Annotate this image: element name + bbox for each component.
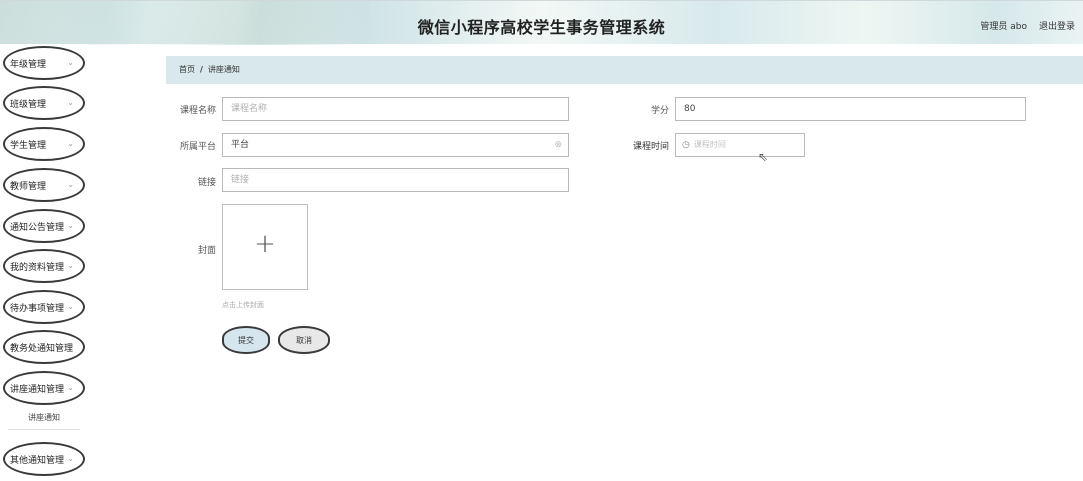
course-name-label: 课程名称	[179, 106, 216, 116]
sidebar-item-label: 其他通知管理	[10, 455, 65, 466]
clear-icon[interactable]: ⊗	[554, 134, 562, 156]
chevron-down-icon: ⌄	[67, 180, 74, 189]
sidebar-item-label: 教师管理	[10, 181, 47, 192]
sidebar-item-profile[interactable]: 我的资料管理 ⌄	[3, 249, 85, 283]
mouse-cursor-icon: ⇖	[758, 150, 769, 164]
chevron-down-icon: ⌄	[67, 261, 74, 270]
breadcrumb: 首页 / 讲座通知	[166, 56, 1083, 84]
breadcrumb-current: 讲座通知	[207, 65, 240, 74]
sidebar-item-label: 我的资料管理	[10, 262, 65, 273]
platform-label: 所属平台	[179, 142, 216, 152]
sidebar-item-label: 通知公告管理	[10, 222, 65, 233]
chevron-down-icon: ⌄	[67, 58, 74, 67]
submit-button[interactable]: 提交	[222, 326, 270, 354]
app-title: 微信小程序高校学生事务管理系统	[417, 18, 666, 37]
chevron-down-icon: ⌄	[67, 139, 74, 148]
clock-icon: ◷	[682, 140, 690, 150]
course-time-label: 课程时间	[632, 142, 669, 152]
chevron-down-icon: ⌄	[67, 98, 74, 107]
link-label: 链接	[197, 178, 216, 188]
sidebar-item-lecture-notice[interactable]: 讲座通知管理 ⌄	[3, 371, 85, 405]
app-header: 微信小程序高校学生事务管理系统 管理员 abo 退出登录	[0, 0, 1083, 45]
chevron-down-icon: ⌄	[67, 302, 74, 311]
credits-input[interactable]: 80	[675, 97, 1026, 121]
cover-upload[interactable]: +	[222, 204, 308, 290]
course-name-input[interactable]: 课程名称	[222, 97, 569, 121]
sidebar-item-grade[interactable]: 年级管理 ⌄	[3, 46, 85, 80]
sidebar-item-other-notice[interactable]: 其他通知管理 ⌄	[3, 442, 85, 476]
logout-link[interactable]: 退出登录	[1039, 19, 1075, 32]
course-time-picker[interactable]: ◷ 课程时间	[675, 133, 805, 157]
chevron-down-icon: ⌄	[67, 454, 74, 463]
sidebar-item-label: 讲座通知管理	[10, 384, 65, 395]
sidebar-item-teacher[interactable]: 教师管理 ⌄	[3, 168, 85, 202]
platform-value: 平台	[231, 140, 250, 150]
breadcrumb-separator: /	[200, 65, 203, 74]
sidebar-item-academic-notice[interactable]: 教务处通知管理	[3, 330, 85, 364]
chevron-down-icon: ⌄	[67, 221, 74, 230]
breadcrumb-home[interactable]: 首页	[179, 65, 195, 74]
sidebar-item-label: 待办事项管理	[10, 303, 65, 314]
sidebar: 年级管理 ⌄ 班级管理 ⌄ 学生管理 ⌄ 教师管理 ⌄ 通知公告管理 ⌄ 我的资…	[0, 44, 88, 481]
credits-label: 学分	[650, 106, 669, 116]
sidebar-item-class[interactable]: 班级管理 ⌄	[3, 86, 85, 120]
sidebar-item-notice[interactable]: 通知公告管理 ⌄	[3, 209, 85, 243]
sidebar-item-label: 学生管理	[10, 140, 47, 151]
sidebar-item-label: 年级管理	[10, 59, 47, 70]
plus-icon: +	[254, 229, 276, 259]
cancel-button[interactable]: 取消	[278, 326, 330, 354]
sidebar-item-label: 教务处通知管理	[10, 343, 74, 354]
current-user: 管理员 abo	[980, 22, 1027, 32]
sidebar-item-student[interactable]: 学生管理 ⌄	[3, 127, 85, 161]
sidebar-item-label: 班级管理	[10, 99, 47, 110]
platform-input[interactable]: 平台 ⊗	[222, 133, 569, 157]
sidebar-item-todo[interactable]: 待办事项管理 ⌄	[3, 290, 85, 324]
link-input[interactable]: 链接	[222, 168, 569, 192]
sidebar-subitem-lecture-notice[interactable]: 讲座通知	[8, 406, 80, 430]
upload-hint: 点击上传封面	[222, 301, 264, 309]
course-time-placeholder: 课程时间	[693, 140, 726, 149]
cover-label: 封面	[197, 246, 216, 256]
chevron-down-icon: ⌄	[67, 383, 74, 392]
